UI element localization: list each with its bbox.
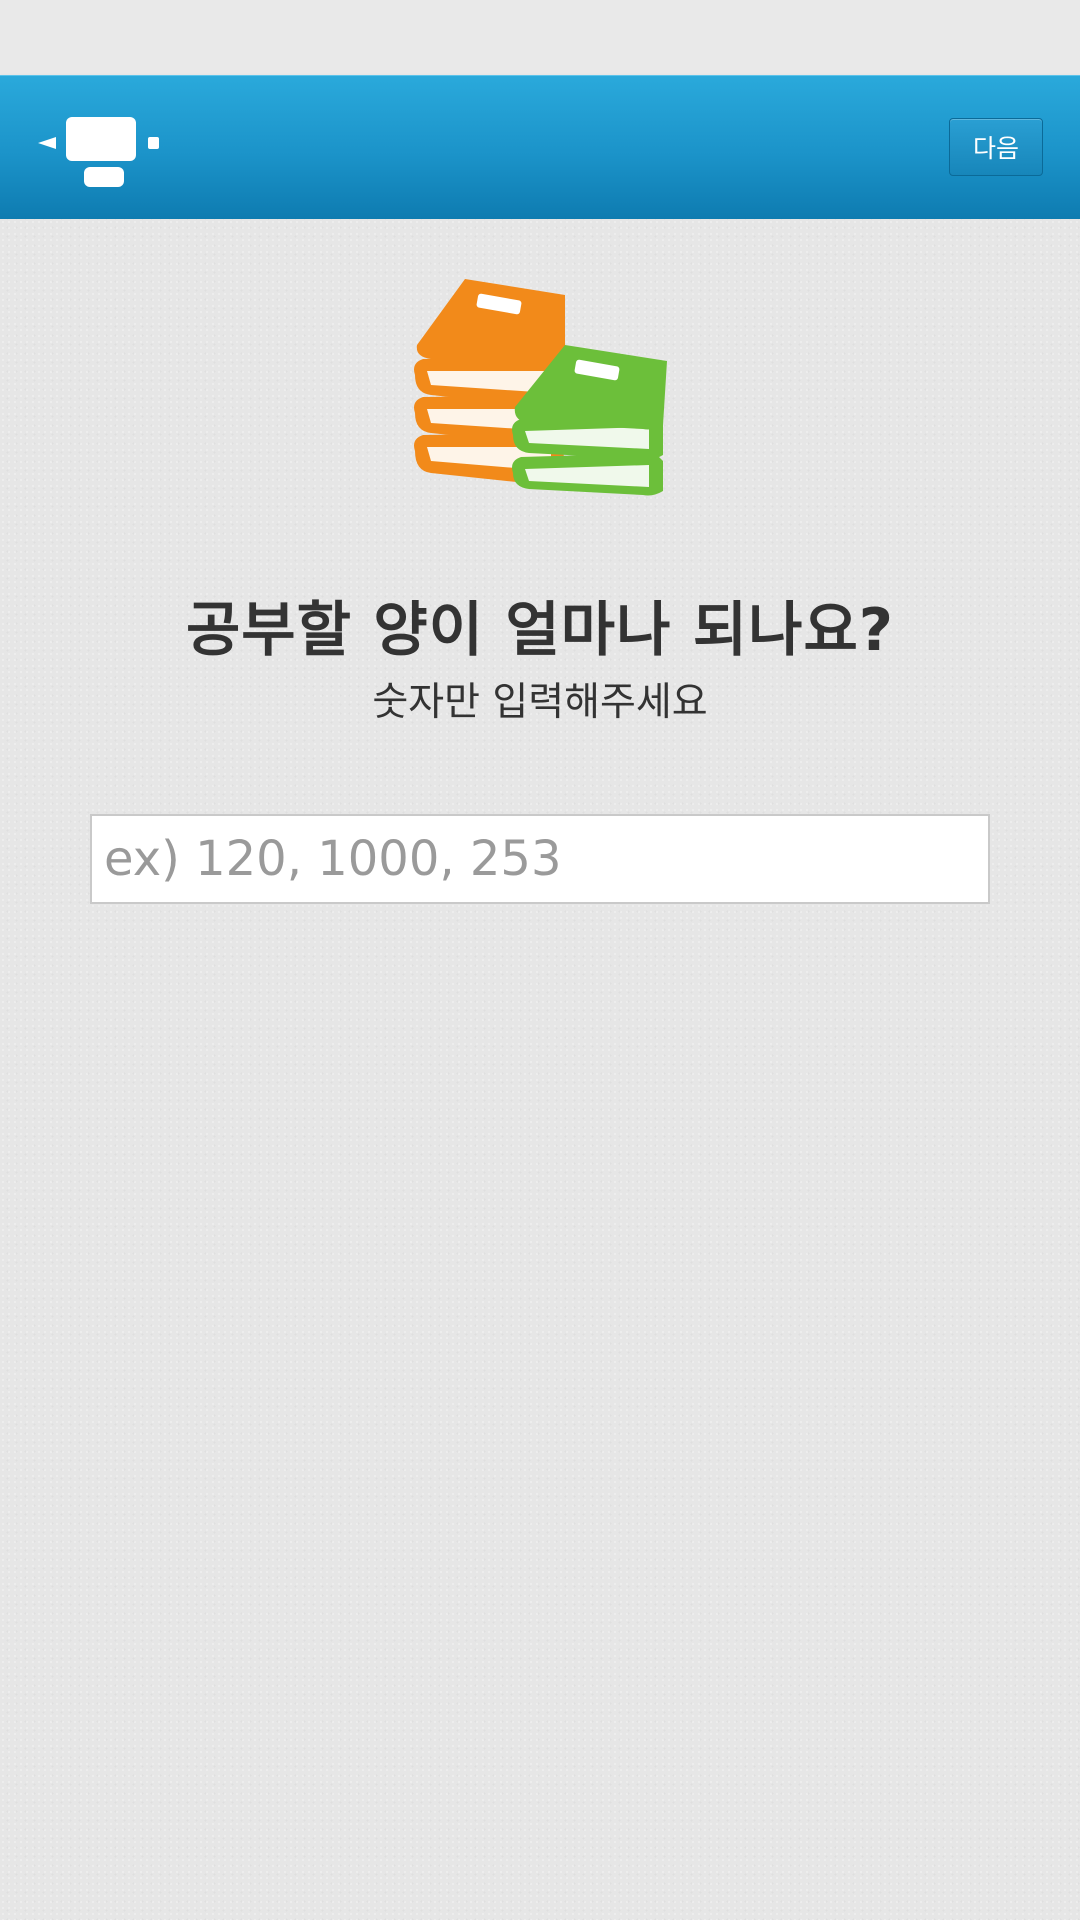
status-bar [0,0,1080,75]
page-title: 공부할 양이 얼마나 되나요? [186,595,894,664]
content-area: 공부할 양이 얼마나 되나요? 숫자만 입력해주세요 [0,219,1080,1920]
study-amount-input[interactable] [90,814,990,904]
presentation-board-icon[interactable] [38,111,164,191]
next-button[interactable]: 다음 [949,118,1043,176]
app-bar: 다음 [0,75,1080,220]
stacked-books-icon [405,275,675,515]
page-subtitle: 숫자만 입력해주세요 [372,680,708,725]
